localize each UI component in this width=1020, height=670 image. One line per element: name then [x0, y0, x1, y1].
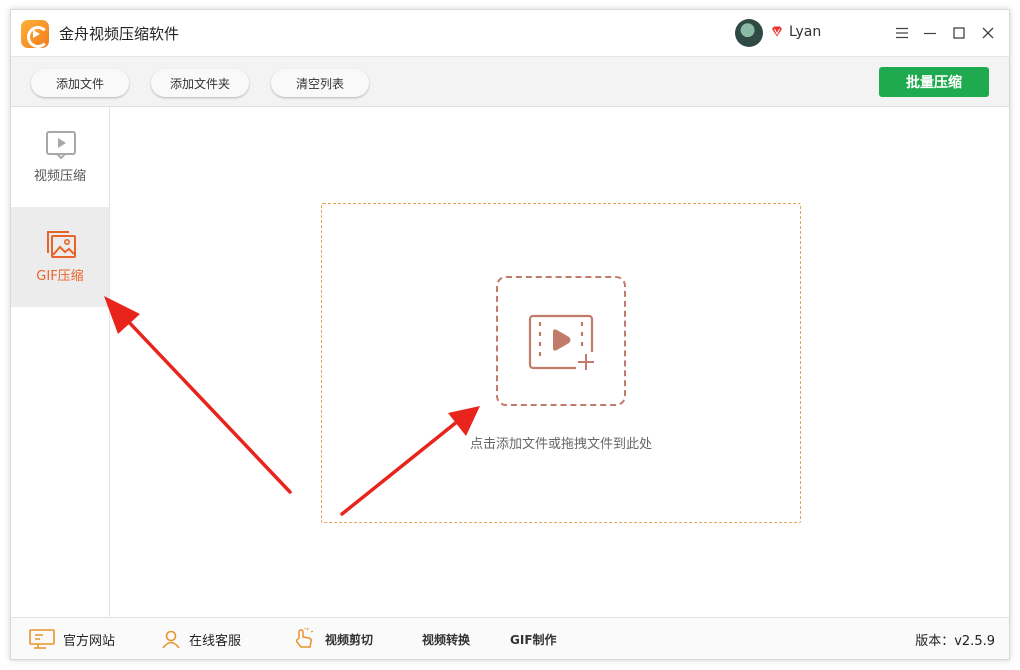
maximize-icon	[953, 27, 965, 39]
menu-icon	[896, 27, 908, 39]
online-support-link[interactable]: 在线客服	[161, 618, 242, 659]
sidebar-item-gif-compress[interactable]: GIF压缩	[11, 207, 109, 307]
drop-hint-text: 点击添加文件或拖拽文件到此处	[469, 437, 652, 452]
close-button[interactable]	[977, 22, 999, 44]
maximize-button[interactable]	[948, 22, 970, 44]
monitor-icon	[29, 629, 55, 649]
video-convert-link[interactable]: 视频转换	[422, 618, 470, 659]
user-avatar[interactable]	[735, 19, 763, 47]
add-folder-button[interactable]: 添加文件夹	[151, 69, 249, 97]
user-support-icon	[162, 630, 180, 649]
sidebar-item-label: GIF压缩	[36, 269, 84, 284]
add-file-button[interactable]: 添加文件	[31, 69, 129, 97]
add-video-icon	[528, 314, 598, 372]
toolbar: 添加文件 添加文件夹 清空列表 批量压缩	[11, 56, 1009, 107]
clear-list-button[interactable]: 清空列表	[271, 69, 369, 97]
gif-make-link[interactable]: GIF制作	[510, 618, 557, 659]
video-play-icon	[46, 131, 76, 160]
menu-button[interactable]	[891, 22, 913, 44]
user-name[interactable]: Lyan	[789, 24, 821, 40]
close-icon	[982, 27, 994, 39]
official-site-link[interactable]: 官方网站	[29, 618, 116, 659]
minimize-icon	[924, 32, 936, 35]
app-logo-icon	[21, 20, 49, 48]
footer-bar: 官方网站 在线客服 视频剪切 视频转换 GIF制作 版本：v2.5.9	[11, 617, 1009, 659]
app-window: 金舟视频压缩软件 Lyan 添加文件 添加文件夹 清空列表 批量压缩 视频压缩 …	[10, 9, 1010, 660]
add-video-button[interactable]	[496, 276, 626, 406]
sidebar: 视频压缩 GIF压缩	[11, 107, 110, 619]
sidebar-item-video-compress[interactable]: 视频压缩	[11, 107, 109, 207]
hand-pointer-icon	[295, 628, 314, 648]
vip-diamond-icon	[772, 26, 782, 37]
main-content: 点击添加文件或拖拽文件到此处	[111, 107, 1009, 619]
sidebar-item-label: 视频压缩	[33, 169, 86, 184]
version-label: 版本：v2.5.9	[915, 633, 995, 649]
title-bar: 金舟视频压缩软件 Lyan	[11, 10, 1009, 56]
file-drop-zone[interactable]: 点击添加文件或拖拽文件到此处	[321, 203, 801, 523]
online-support-label: 在线客服	[189, 633, 242, 649]
batch-compress-button[interactable]: 批量压缩	[879, 67, 989, 97]
minimize-button[interactable]	[919, 22, 941, 44]
official-site-label: 官方网站	[63, 633, 116, 649]
app-title: 金舟视频压缩软件	[59, 25, 180, 43]
video-cut-label: 视频剪切	[325, 632, 374, 647]
video-cut-link[interactable]: 视频剪切	[293, 618, 374, 659]
image-icon	[47, 231, 76, 258]
